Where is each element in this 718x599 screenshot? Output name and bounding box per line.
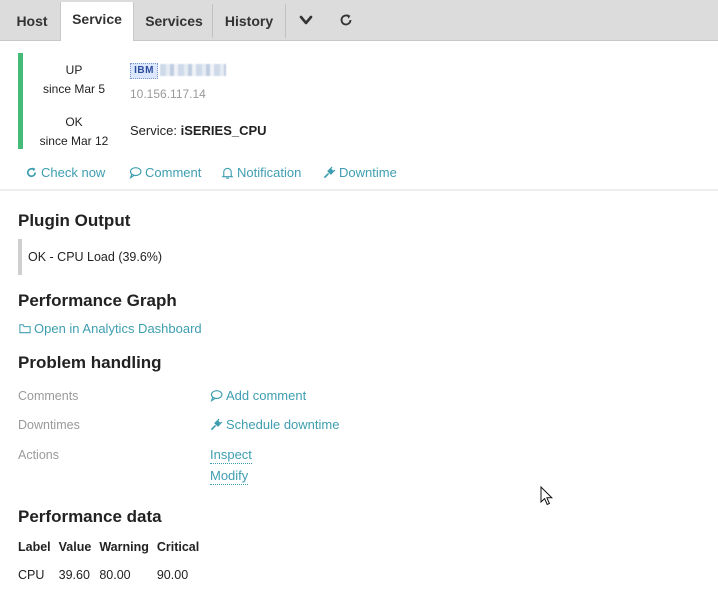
comment-icon — [129, 167, 142, 179]
host-name-redacted — [160, 64, 226, 76]
table-header-row: Label Value Warning Critical — [16, 538, 205, 564]
host-state-label: UP — [65, 63, 83, 77]
host-ip: 10.156.117.14 — [130, 87, 206, 101]
refresh-icon[interactable] — [338, 12, 354, 28]
plugin-output-heading: Plugin Output — [18, 211, 131, 230]
service-state-label: OK — [65, 115, 83, 129]
open-analytics-dashboard-link[interactable]: Open in Analytics Dashboard — [18, 321, 202, 336]
cell-warning: 80.00 — [99, 568, 131, 582]
cell-critical: 90.00 — [156, 568, 189, 582]
plugin-output-text: OK - CPU Load (39.6%) — [18, 239, 218, 275]
host-state-since: since Mar 5 — [42, 82, 106, 96]
service-state: OK since Mar 12 — [30, 113, 118, 151]
mouse-cursor-icon — [540, 486, 554, 506]
tab-history[interactable]: History — [214, 4, 284, 40]
service-name: iSERIES_CPU — [180, 123, 267, 138]
comments-label: Comments — [18, 389, 79, 403]
open-analytics-dashboard-label: Open in Analytics Dashboard — [34, 321, 202, 336]
folder-icon — [19, 324, 31, 334]
bell-icon — [221, 167, 234, 179]
notification-label: Notification — [237, 165, 302, 180]
comment-label: Comment — [145, 165, 202, 180]
object-header: UP since Mar 5 IBM 10.156.117.14 OK sinc… — [0, 41, 718, 191]
chevron-down-icon[interactable] — [298, 12, 314, 28]
modify-link[interactable]: Modify — [210, 468, 249, 485]
schedule-downtime-link[interactable]: Schedule downtime — [210, 417, 339, 432]
performance-data-table: Label Value Warning Critical CPU 39.60 8… — [16, 538, 205, 584]
refresh-icon — [26, 167, 37, 178]
column-header-critical: Critical — [156, 540, 200, 554]
header-divider — [0, 189, 718, 191]
schedule-downtime-label: Schedule downtime — [226, 417, 340, 432]
downtimes-label: Downtimes — [18, 418, 80, 432]
inspect-link[interactable]: Inspect — [210, 447, 252, 464]
tab-services[interactable]: Services — [136, 4, 212, 40]
column-header-warning: Warning — [99, 540, 149, 554]
tab-separator — [212, 4, 213, 38]
plug-icon — [210, 418, 223, 431]
plug-icon — [323, 166, 336, 179]
notification-button[interactable]: Notification — [221, 165, 301, 180]
service-prefix: Service: — [130, 123, 181, 138]
tab-service[interactable]: Service — [60, 2, 134, 41]
check-now-button[interactable]: Check now — [25, 165, 105, 180]
service-state-since: since Mar 12 — [39, 134, 109, 148]
add-comment-label: Add comment — [226, 388, 307, 403]
service-title: Service: iSERIES_CPU — [130, 123, 267, 138]
state-indicator-bar — [18, 53, 23, 149]
cell-label: CPU — [18, 568, 45, 582]
column-header-value: Value — [58, 540, 92, 554]
table-row: CPU 39.60 80.00 90.00 — [16, 564, 205, 584]
cell-value: 39.60 — [58, 568, 90, 582]
host-logo[interactable]: IBM — [130, 63, 158, 79]
comment-button[interactable]: Comment — [129, 165, 201, 180]
tab-host[interactable]: Host — [6, 4, 58, 40]
downtime-button[interactable]: Downtime — [323, 165, 397, 180]
comment-icon — [210, 390, 223, 402]
actions-label: Actions — [18, 448, 59, 462]
host-state: UP since Mar 5 — [30, 61, 118, 99]
performance-graph-heading: Performance Graph — [18, 291, 177, 310]
tab-separator — [285, 4, 286, 38]
tab-bar: Host Service Services History — [0, 0, 718, 41]
performance-data-heading: Performance data — [18, 507, 162, 526]
downtime-label: Downtime — [339, 165, 397, 180]
problem-handling-heading: Problem handling — [18, 353, 162, 372]
add-comment-link[interactable]: Add comment — [210, 388, 306, 403]
column-header-label: Label — [18, 540, 51, 554]
check-now-label: Check now — [41, 165, 106, 180]
